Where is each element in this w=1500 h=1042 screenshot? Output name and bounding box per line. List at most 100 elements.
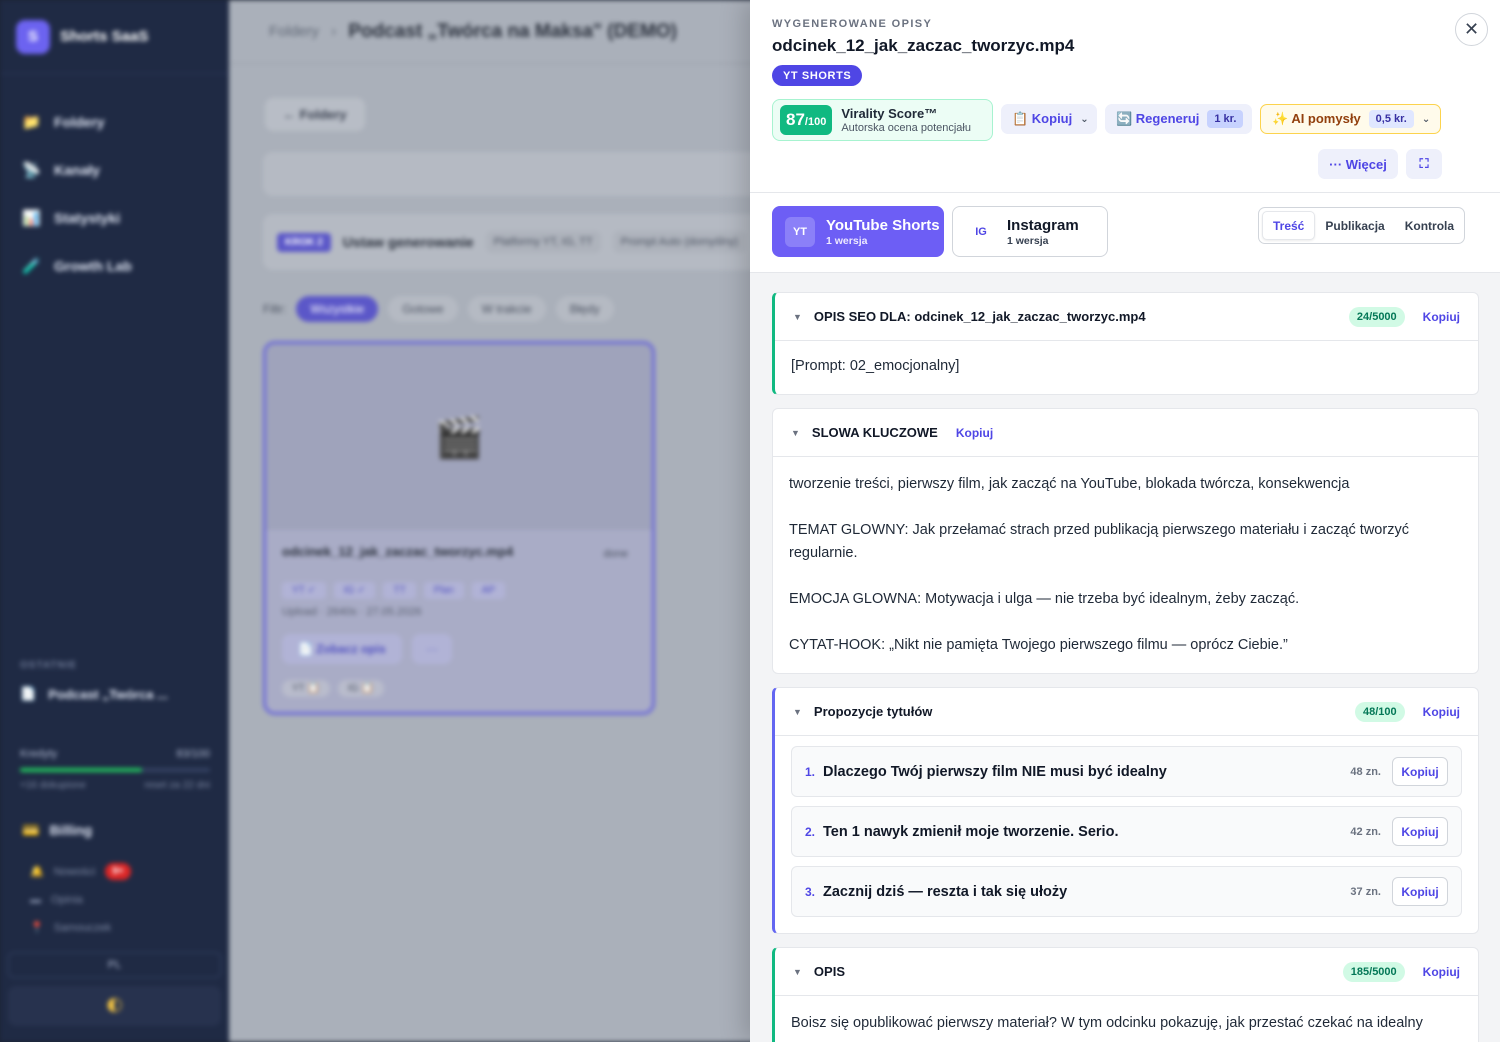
filter-in-progress[interactable]: W trakcie <box>467 296 546 322</box>
tag-ap[interactable]: AP <box>471 582 506 599</box>
collapse-arrow-icon[interactable]: ▼ <box>793 967 802 977</box>
title-length: 48 zn. <box>1350 765 1381 778</box>
virality-score-badge: 87/100 <box>780 105 833 135</box>
language-switch[interactable]: PL <box>8 952 221 978</box>
keywords-section-header[interactable]: ▼ SLOWA KLUCZOWE Kopiuj <box>773 409 1478 457</box>
folder-icon: 📁 <box>22 114 41 131</box>
description-copy-button[interactable]: Kopiuj <box>1423 965 1460 979</box>
regenerate-label: 🔄 Regeneruj <box>1116 111 1200 126</box>
platform-versions: 1 wersja <box>826 234 868 247</box>
sidebar-item-folders[interactable]: 📁 Foldery <box>0 98 229 146</box>
card-more-button[interactable]: ··· <box>412 634 452 664</box>
ai-ideas-button[interactable]: ✨ AI pomysły 0,5 kr. ⌄ <box>1260 104 1441 134</box>
description-section-header[interactable]: ▼ OPIS 185/5000 Kopiuj <box>775 948 1478 996</box>
credits-label: Kredyty <box>20 748 58 760</box>
platform-switcher: YT YouTube Shorts 1 wersja IG Instagram … <box>750 193 1500 273</box>
tab-content[interactable]: Treść <box>1262 211 1316 240</box>
breadcrumb-separator-icon: › <box>331 22 337 40</box>
see-description-button[interactable]: 📄 Zobacz opis <box>282 634 402 664</box>
ai-ideas-label: ✨ AI pomysły <box>1272 111 1361 126</box>
title-length: 42 zn. <box>1350 825 1381 838</box>
recent-folder-item[interactable]: 📄 Podcast „Twórca ... <box>20 686 168 702</box>
filter-done[interactable]: Gotowe <box>388 296 458 322</box>
video-card-copy-chips: YT 📋 IG 📋 <box>282 680 384 697</box>
keywords-section-title: SLOWA KLUCZOWE <box>811 425 938 440</box>
sidebar-item-feedback[interactable]: ▬ Opinia <box>30 894 83 906</box>
copy-chip-ig[interactable]: IG 📋 <box>337 680 384 697</box>
document-icon: 📄 <box>20 686 37 701</box>
more-button[interactable]: ··· Więcej <box>1318 149 1398 179</box>
title-copy-button[interactable]: Kopiuj <box>1392 757 1448 786</box>
main-emotion-line: EMOCJA GLOWNA: Motywacja i ulga — nie tr… <box>789 591 1300 607</box>
platform-tab-youtube-shorts[interactable]: YT YouTube Shorts 1 wersja <box>772 206 944 257</box>
prompt-chip[interactable]: Prompt Auto (domyślny) <box>612 231 747 253</box>
title-copy-button[interactable]: Kopiuj <box>1392 817 1448 846</box>
theme-toggle[interactable]: 🌓 <box>8 986 221 1026</box>
copy-chip-yt[interactable]: YT 📋 <box>282 680 330 697</box>
drawer-filename: odcinek_12_jak_zaczac_tworzyc.mp4 <box>772 36 1075 55</box>
tab-publication[interactable]: Publikacja <box>1315 211 1394 240</box>
description-section-title: OPIS <box>813 964 845 979</box>
instagram-icon: IG <box>966 216 996 247</box>
expand-button[interactable]: ⛶ <box>1406 149 1442 179</box>
tab-control[interactable]: Kontrola <box>1395 211 1464 240</box>
title-copy-button[interactable]: Kopiuj <box>1392 877 1448 906</box>
video-card[interactable]: 🎬 odcinek_12_jak_zaczac_tworzyc.mp4 done… <box>263 341 655 715</box>
news-label: Nowości <box>53 865 96 878</box>
seo-section-header[interactable]: ▼ OPIS SEO DLA: odcinek_12_jak_zaczac_tw… <box>775 293 1478 341</box>
keywords-text: tworzenie treści, pierwszy film, jak zac… <box>773 457 1478 673</box>
tag-ig[interactable]: IG ✓ <box>333 582 376 599</box>
tag-yt[interactable]: YT ✓ <box>282 582 326 599</box>
seo-copy-button[interactable]: Kopiuj <box>1423 310 1460 324</box>
hook-quote-line: CYTAT-HOOK: „Nikt nie pamięta Twojego pi… <box>789 637 1288 653</box>
sidebar-item-channels[interactable]: 📡 Kanały <box>0 146 229 194</box>
sidebar-item-growth-lab[interactable]: 🧪 Growth Lab <box>0 242 229 290</box>
ai-ideas-cost-badge: 0,5 kr. <box>1368 110 1414 128</box>
platform-tab-instagram[interactable]: IG Instagram 1 wersja <box>952 206 1108 257</box>
brand[interactable]: S Shorts SaaS <box>0 0 229 74</box>
back-button[interactable]: ← Foldery <box>265 98 365 131</box>
platforms-chip[interactable]: Platformy YT, IG, TT <box>485 231 601 253</box>
tag-tt[interactable]: TT <box>383 582 416 599</box>
copy-dropdown-button[interactable]: 📋 Kopiuj ⌄ <box>1001 104 1097 134</box>
filter-all[interactable]: Wszystkie <box>296 296 379 322</box>
sidebar: S Shorts SaaS 📁 Foldery 📡 Kanały 📊 Staty… <box>0 0 229 1042</box>
title-number: 2. <box>805 824 816 839</box>
collapse-arrow-icon[interactable]: ▼ <box>791 428 800 438</box>
step-badge: KROK 2 <box>277 232 331 252</box>
sidebar-item-news[interactable]: 🔔 Nowości 9+ <box>30 863 131 880</box>
description-text: Boisz się opublikować pierwszy materiał?… <box>791 1015 1423 1031</box>
sidebar-item-label: Growth Lab <box>54 258 132 274</box>
platform-name: YouTube Shorts <box>826 216 940 234</box>
title-text: Zacznij dziś — reszta i tak się ułoży <box>823 883 1068 900</box>
sidebar-item-label: Kanały <box>54 162 100 178</box>
step-title: Ustaw generowanie <box>342 234 474 250</box>
video-card-name: odcinek_12_jak_zaczac_tworzyc.mp4 <box>282 544 514 559</box>
titles-section-title: Propozycje tytułów <box>813 704 933 719</box>
tag-plan[interactable]: Plan <box>423 582 464 599</box>
platform-versions: 1 wersja <box>1007 234 1049 247</box>
pin-icon: 📍 <box>30 922 44 934</box>
titles-copy-button[interactable]: Kopiuj <box>1423 705 1460 719</box>
close-button[interactable]: ✕ <box>1455 13 1488 46</box>
sidebar-item-stats[interactable]: 📊 Statystyki <box>0 194 229 242</box>
title-row: 3. Zacznij dziś — reszta i tak się ułoży… <box>791 866 1462 917</box>
breadcrumb[interactable]: Foldery <box>269 23 319 40</box>
titles-section-header[interactable]: ▼ Propozycje tytułów 48/100 Kopiuj <box>775 688 1478 736</box>
platform-pill: YT SHORTS <box>772 65 863 86</box>
content-tabs: Treść Publikacja Kontrola <box>1258 207 1465 244</box>
keywords-copy-button[interactable]: Kopiuj <box>956 426 993 440</box>
collapse-arrow-icon[interactable]: ▼ <box>793 707 802 717</box>
regenerate-cost-badge: 1 kr. <box>1207 110 1244 128</box>
collapse-arrow-icon[interactable]: ▼ <box>793 312 802 322</box>
title-row: 1. Dlaczego Twój pierwszy film NIE musi … <box>791 746 1462 797</box>
bell-icon: 🔔 <box>30 866 44 878</box>
regenerate-button[interactable]: 🔄 Regeneruj 1 kr. <box>1105 104 1252 134</box>
feedback-label: Opinia <box>51 894 83 906</box>
sidebar-item-billing[interactable]: 💳 Billing <box>22 822 92 839</box>
title-row: 2. Ten 1 nawyk zmienił moje tworzenie. S… <box>791 806 1462 857</box>
filter-errors[interactable]: Błędy <box>555 296 614 322</box>
main-topic-line: TEMAT GLOWNY: Jak przełamać strach przed… <box>789 522 1409 561</box>
sidebar-item-tutorial[interactable]: 📍 Samouczek <box>30 921 111 935</box>
virality-score-value: 87 <box>786 110 805 129</box>
